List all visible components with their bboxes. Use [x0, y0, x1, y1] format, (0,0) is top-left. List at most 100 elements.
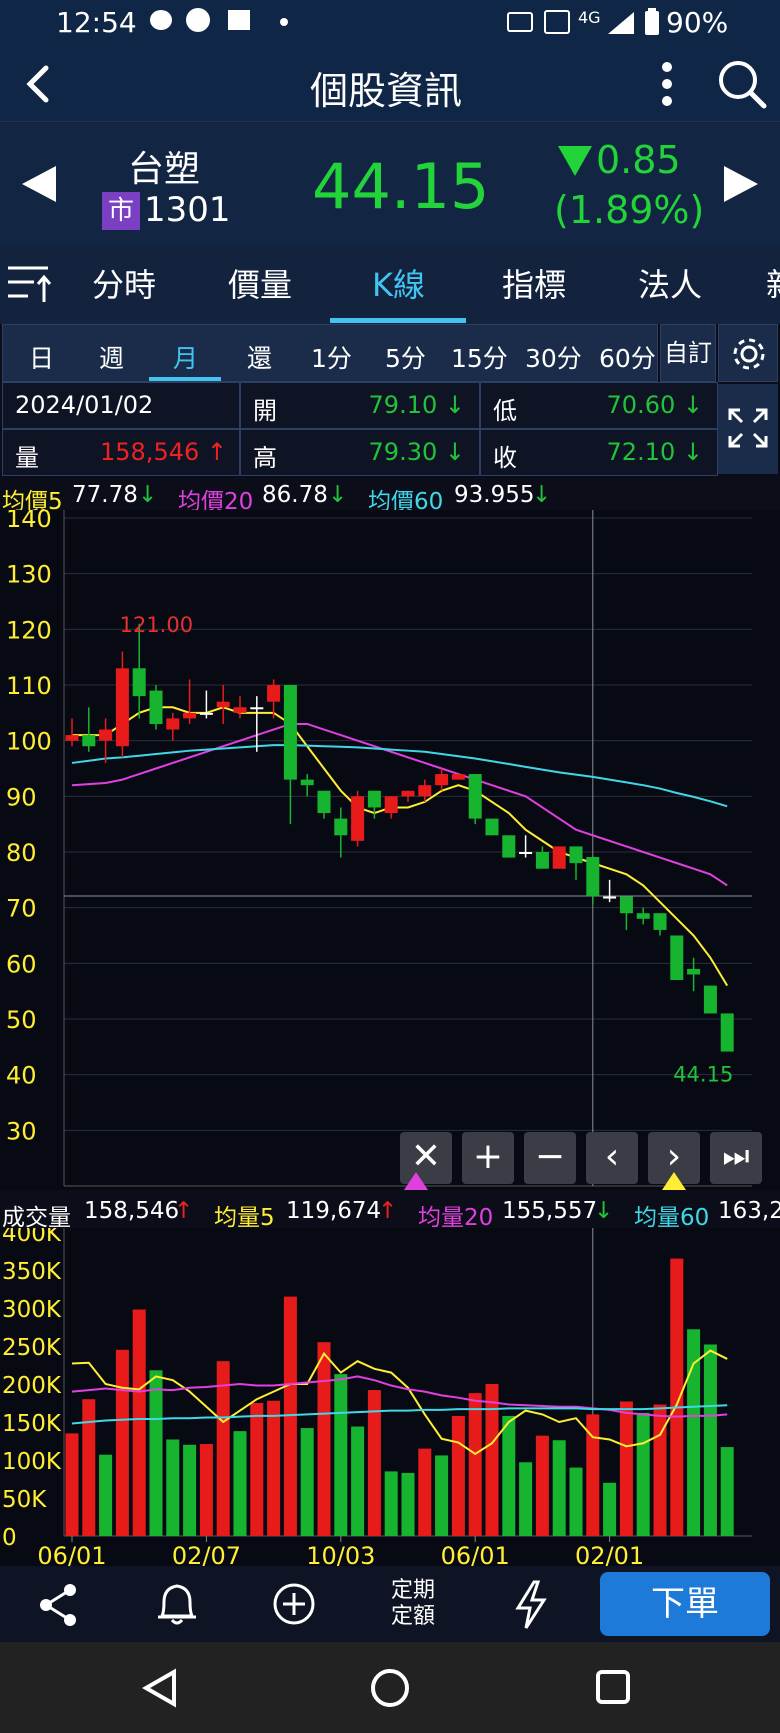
y-tick-label: 90: [6, 783, 37, 811]
candle-body: [334, 818, 348, 836]
volte-icon: [544, 10, 570, 34]
periodic-investment-button[interactable]: 定期 定額: [388, 1578, 438, 1630]
volume-arrow: ↑: [174, 1198, 194, 1224]
fullscreen-button[interactable]: [718, 384, 778, 474]
ohlc-low-cell: 低 70.60 ↓: [480, 382, 718, 429]
candle-body: [451, 774, 465, 780]
y-tick-label: 80: [6, 839, 37, 867]
candle-body: [317, 790, 331, 814]
tab-institutional[interactable]: 法人: [638, 260, 702, 306]
volume-bar: [670, 1258, 684, 1536]
back-icon[interactable]: [22, 62, 52, 106]
volume-bar: [451, 1415, 465, 1536]
ohlc-open-cell: 開 79.10 ↓: [240, 382, 480, 429]
candle-body: [569, 846, 583, 864]
nav-home-icon[interactable]: [368, 1666, 412, 1710]
volume-bar: [619, 1401, 633, 1536]
volume-y-tick: 350K: [2, 1259, 62, 1285]
candle-body: [283, 685, 297, 780]
period-month[interactable]: 月: [173, 339, 198, 375]
y-tick-label: 50: [6, 1006, 37, 1034]
yellow-marker-icon: [662, 1172, 686, 1190]
x-tick-label: 06/01: [37, 1542, 106, 1566]
high-annotation: 121.00: [120, 613, 193, 637]
more-icon[interactable]: [656, 62, 678, 106]
candle-body: [468, 774, 482, 819]
period-active-indicator: [149, 377, 221, 381]
order-button[interactable]: 下單: [600, 1572, 770, 1636]
app-icon: [186, 8, 210, 32]
tab-kline[interactable]: K線: [372, 260, 425, 306]
period-adjusted[interactable]: 還: [247, 339, 272, 375]
period-1min[interactable]: 1分: [311, 339, 352, 375]
volume-chart[interactable]: 0 50K 100K 150K 200K 250K 300K 350K 400K 06/01 02/…: [0, 1228, 780, 1566]
candle-body: [636, 913, 650, 919]
zoom-in-button[interactable]: +: [462, 1132, 514, 1184]
x-tick-label: 02/01: [575, 1542, 644, 1566]
sort-menu-icon[interactable]: [8, 264, 54, 304]
period-week[interactable]: 週: [99, 339, 124, 375]
scroll-end-button[interactable]: ⏭: [710, 1132, 762, 1184]
battery-level: 90%: [666, 6, 729, 39]
ohlc-date: 2024/01/02: [15, 391, 154, 419]
message-icon: [150, 10, 172, 30]
ma60-arrow: ↓: [532, 482, 552, 508]
candle-body: [720, 1013, 734, 1052]
tab-indicators[interactable]: 指標: [502, 260, 566, 306]
volume-bar: [485, 1384, 499, 1536]
volume-bar: [720, 1447, 734, 1536]
vma60-value: 163,2: [718, 1198, 780, 1224]
share-icon[interactable]: [38, 1582, 80, 1628]
tab-price-volume[interactable]: 價量: [228, 260, 292, 306]
next-stock-icon[interactable]: [722, 164, 760, 204]
candle-body: [535, 852, 549, 869]
lightning-icon[interactable]: [514, 1580, 548, 1630]
market-badge: 市: [102, 192, 140, 230]
scroll-left-button[interactable]: ‹: [586, 1132, 638, 1184]
battery-icon: [645, 8, 659, 35]
tab-active-indicator: [330, 318, 466, 323]
ohlc-low-value: 70.60 ↓: [606, 391, 703, 419]
auto-icon: [507, 12, 533, 32]
price-change: 0.85: [596, 138, 681, 182]
period-15min[interactable]: 15分: [451, 339, 508, 375]
volume-bar: [569, 1467, 583, 1536]
volume-bar: [300, 1428, 314, 1536]
period-30min[interactable]: 30分: [525, 339, 582, 375]
nav-recents-icon[interactable]: [594, 1668, 632, 1706]
ma60-value: 93.955: [454, 482, 535, 508]
stock-code: 1301: [144, 190, 231, 230]
settings-button[interactable]: [718, 324, 778, 382]
y-tick-label: 70: [6, 895, 37, 923]
custom-period-button[interactable]: 自訂: [660, 324, 716, 382]
nav-back-icon[interactable]: [142, 1668, 178, 1708]
ohlc-open-label: 開: [253, 397, 277, 425]
ohlc-volume-cell: 量 158,546 ↑: [2, 429, 240, 476]
candle-body: [418, 785, 432, 797]
period-60min[interactable]: 60分: [599, 339, 656, 375]
bell-icon[interactable]: [154, 1580, 200, 1628]
dot-icon: [280, 18, 288, 26]
period-day[interactable]: 日: [29, 339, 54, 375]
volume-bar: [603, 1482, 617, 1536]
candle-body: [367, 790, 381, 808]
tab-intraday[interactable]: 分時: [92, 260, 156, 306]
volume-bar: [115, 1349, 129, 1536]
candle-body: [82, 735, 96, 747]
volume-bar: [317, 1342, 331, 1536]
y-tick-label: 40: [6, 1062, 37, 1090]
volume-y-tick: 250K: [2, 1335, 62, 1361]
candle-body: [603, 896, 617, 899]
prev-stock-icon[interactable]: [20, 164, 58, 204]
zoom-out-button[interactable]: −: [524, 1132, 576, 1184]
search-icon[interactable]: [716, 58, 768, 110]
volume-bar: [149, 1370, 163, 1536]
period-5min[interactable]: 5分: [385, 339, 426, 375]
ohlc-open-value: 79.10 ↓: [368, 391, 465, 419]
add-icon[interactable]: [272, 1582, 316, 1626]
volume-bar: [166, 1439, 180, 1536]
y-tick-label: 140: [6, 510, 52, 533]
candle-body: [586, 857, 600, 896]
y-tick-label: 30: [6, 1117, 37, 1145]
candlestick-chart[interactable]: 30 40 50 60 70 80 90 100 110 120 130 140 121.00 44.15: [0, 510, 780, 1190]
